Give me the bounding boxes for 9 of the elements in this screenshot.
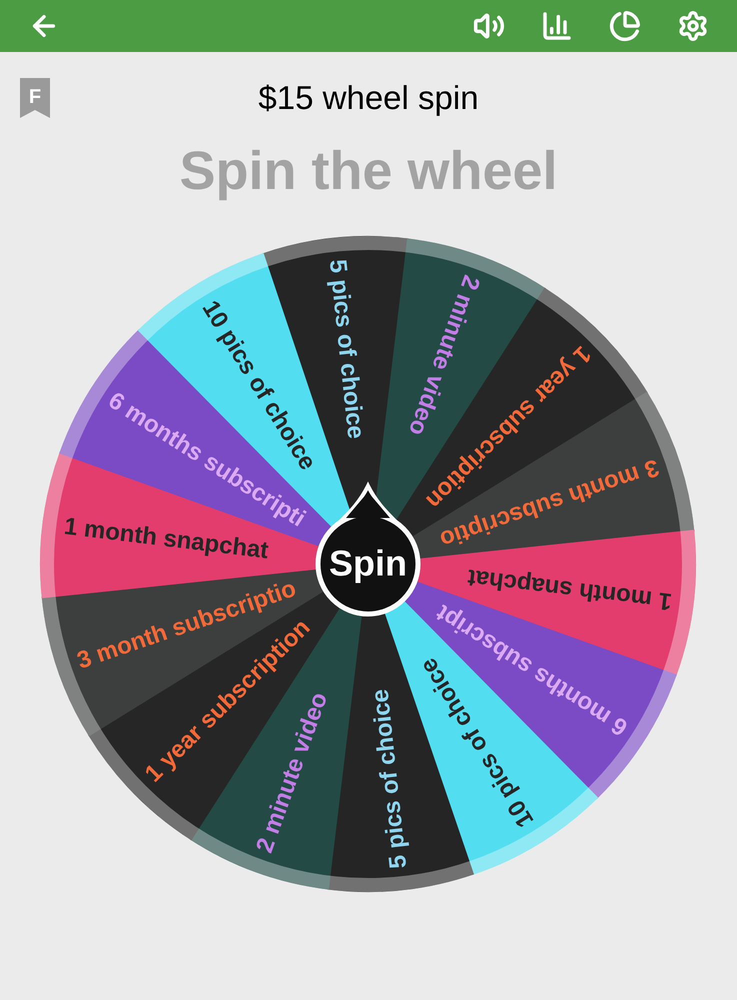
pie-chart-icon[interactable] bbox=[609, 10, 641, 42]
segment-label: 1 month snapchat bbox=[466, 564, 674, 616]
wheel-title: $15 wheel spin bbox=[258, 78, 479, 118]
settings-icon[interactable] bbox=[677, 10, 709, 42]
segment-label: 5 pics of choice bbox=[324, 258, 370, 440]
bar-chart-icon[interactable] bbox=[541, 10, 573, 42]
segment-label: 5 pics of choice bbox=[366, 688, 412, 870]
heading: Spin the wheel bbox=[178, 144, 559, 198]
segment-label: 1 month snapchat bbox=[62, 512, 270, 564]
